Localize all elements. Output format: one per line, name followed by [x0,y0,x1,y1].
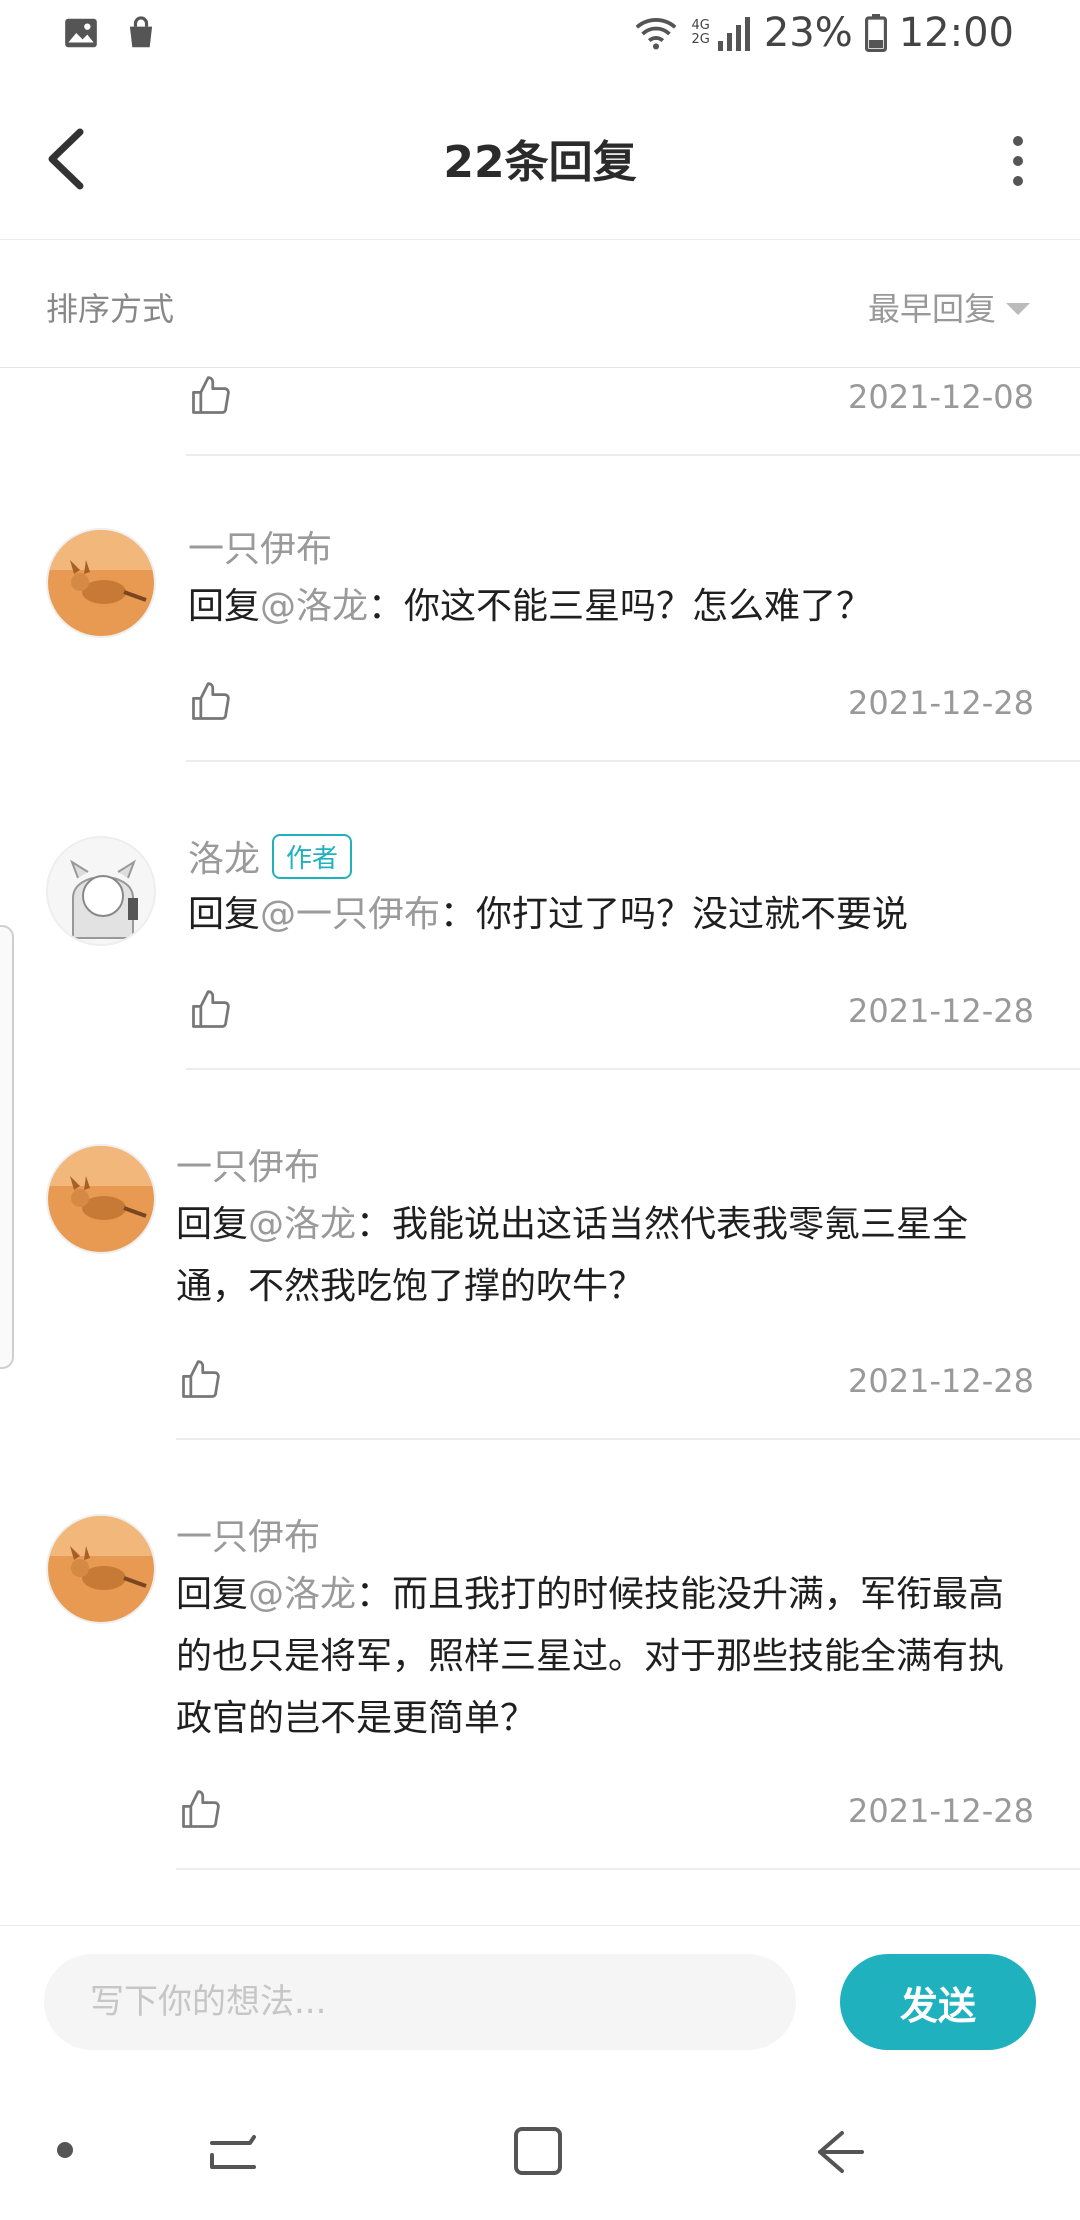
thumbs-up-icon[interactable] [188,988,232,1032]
top-app-bar: 22条回复 [0,80,1080,240]
username[interactable]: 一只伊布 [176,1138,320,1190]
signal-icon [717,17,750,51]
divider [186,454,1080,456]
username[interactable]: 洛龙 [188,830,260,882]
reply-content: 回复@洛龙：而且我打的时候技能没升满，军衔最高的也只是将军，照样三星过。对于那些… [176,1574,1005,1739]
divider [176,1438,1080,1440]
divider [186,760,1080,762]
reply-content: 回复@洛龙：你这不能三星吗？怎么难了？ [188,586,873,627]
sort-bar: 排序方式 最早回复 [0,240,1080,368]
anime-character-avatar-image [48,838,154,944]
reply-list[interactable]: 2021-12-08 一只伊布 回复@洛龙：你这不能三星吗？怎么难了？ 2021… [0,370,1080,1925]
fennec-fox-avatar-image [48,1516,154,1622]
screen: 4G 2G 23% 12:00 22条回复 排序方式 最早回复 2021-12-… [0,0,1080,2220]
shopping-bag-icon [129,16,153,48]
system-navigation-bar [0,2085,1080,2220]
reply-content: 回复@一只伊布：你打过了吗？没过就不要说 [188,894,909,935]
thumbs-up-icon[interactable] [178,1788,222,1832]
avatar[interactable] [46,528,156,638]
fennec-fox-avatar-image [48,1146,154,1252]
battery-percent: 23% [763,10,853,56]
reply-date: 2021-12-08 [848,378,1034,416]
thumbs-up-icon[interactable] [178,1358,222,1402]
reply-date: 2021-12-28 [848,992,1034,1030]
battery-icon [864,14,887,52]
author-name-row: 洛龙 作者 [188,830,353,882]
divider [186,1068,1080,1070]
reply-date: 2021-12-28 [848,684,1034,722]
avatar[interactable] [46,1514,156,1624]
mention-link[interactable]: @洛龙 [248,1574,356,1615]
nav-dot-icon[interactable] [54,2139,76,2161]
gallery-icon [65,18,97,48]
sort-dropdown[interactable]: 最早回复 [868,284,1030,330]
avatar[interactable] [46,836,156,946]
avatar[interactable] [46,1144,156,1254]
sort-label: 排序方式 [46,290,175,328]
network-type: 4G 2G [691,18,710,47]
page-title: 22条回复 [443,137,637,188]
username[interactable]: 一只伊布 [176,1508,320,1560]
thumbs-up-icon[interactable] [188,374,232,418]
mention-link[interactable]: @一只伊布 [260,894,440,935]
wifi-icon [636,18,677,50]
reply-date: 2021-12-28 [848,1362,1034,1400]
reply-content: 回复@洛龙：我能说出这话当然代表我零氪三星全通，不然我吃饱了撑的吹牛？ [176,1204,969,1307]
reply-composer: 发送 [0,1925,1080,2085]
status-bar: 4G 2G 23% 12:00 [0,0,1080,72]
dropdown-caret-icon [1006,303,1030,315]
clock: 12:00 [898,10,1014,56]
back-nav-icon[interactable] [812,2125,866,2179]
thumbs-up-icon[interactable] [188,680,232,724]
reply-date: 2021-12-28 [848,1792,1034,1830]
recent-apps-icon[interactable] [206,2125,260,2179]
mention-link[interactable]: @洛龙 [260,586,368,627]
sort-value-label: 最早回复 [867,290,996,328]
username[interactable]: 一只伊布 [188,520,332,572]
more-options-icon[interactable] [1008,130,1028,190]
mention-link[interactable]: @洛龙 [248,1204,356,1245]
send-button[interactable]: 发送 [840,1954,1036,2050]
fennec-fox-avatar-image [48,530,154,636]
reply-input[interactable] [44,1954,796,2050]
divider [176,1868,1080,1870]
author-badge: 作者 [272,833,353,879]
home-icon[interactable] [510,2123,566,2179]
side-drawer-handle[interactable] [0,925,14,1369]
